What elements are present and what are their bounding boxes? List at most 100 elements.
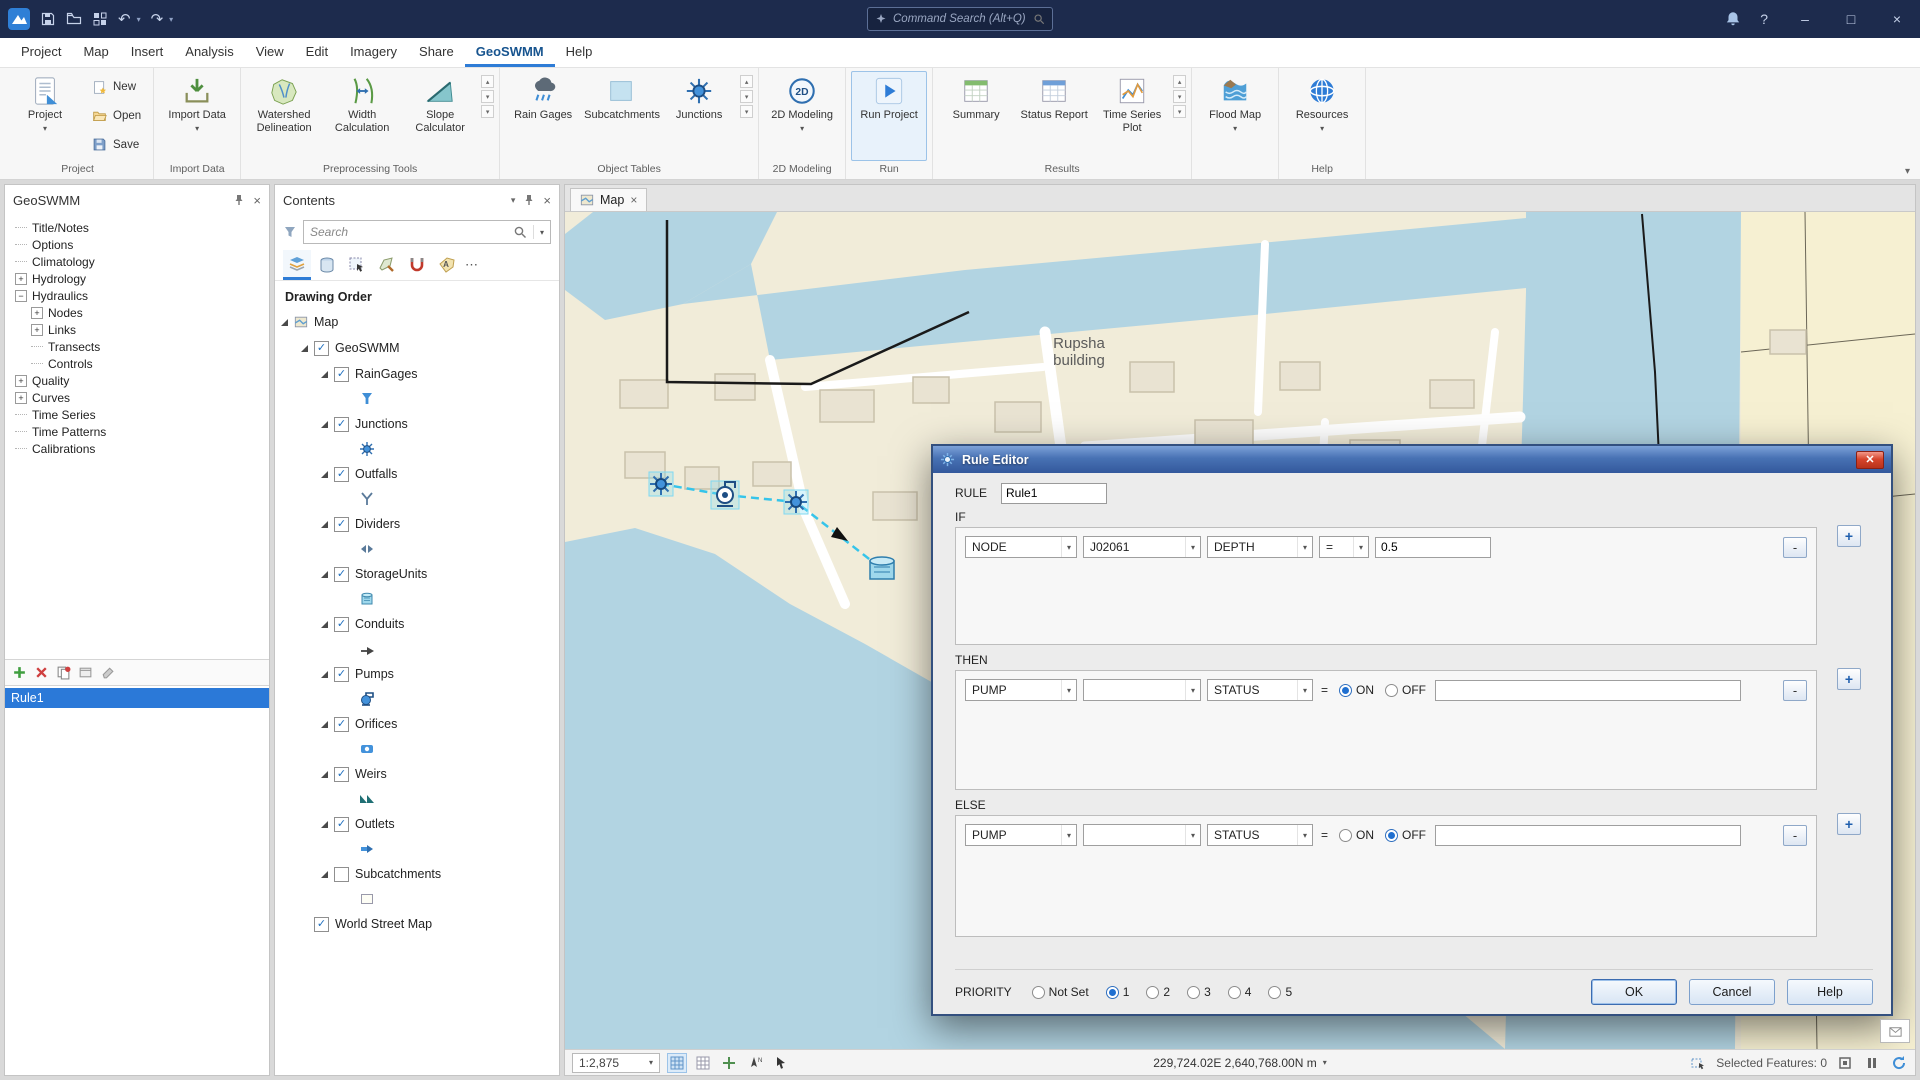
ribbon-button-width-calculation[interactable]: Width Calculation (324, 71, 400, 161)
layer-checkbox[interactable]: ✓ (334, 667, 349, 682)
then-attribute-select[interactable]: STATUS▾ (1207, 679, 1313, 701)
scroll-up-button[interactable]: ▴ (740, 75, 753, 88)
add-data-icon[interactable] (92, 11, 108, 27)
priority-1-radio[interactable]: 1 (1106, 985, 1130, 999)
collapse-icon[interactable] (321, 871, 328, 878)
layer-checkbox[interactable]: ✓ (334, 467, 349, 482)
close-button[interactable]: × (1874, 0, 1920, 38)
close-icon[interactable]: ✕ (1856, 451, 1884, 469)
gallery-expand-button[interactable]: ▾ (1173, 105, 1186, 118)
if-attribute-select[interactable]: DEPTH▾ (1207, 536, 1313, 558)
tree-item-options[interactable]: Options (5, 236, 269, 253)
panel-menu-icon[interactable]: ▾ (511, 195, 516, 206)
layer-symbol-weirs[interactable] (275, 787, 559, 811)
layer-item-outfalls[interactable]: ✓Outfalls (275, 461, 559, 487)
help-button[interactable]: Help (1787, 979, 1873, 1005)
add-rule-button[interactable] (12, 665, 27, 680)
list-by-editing-tab[interactable] (373, 250, 401, 280)
ribbon-button-resources[interactable]: Resources▾ (1284, 71, 1360, 161)
add-feature-icon[interactable] (720, 1054, 738, 1072)
delete-rule-button[interactable] (34, 665, 49, 680)
layer-checkbox[interactable]: ✓ (334, 617, 349, 632)
search-options-icon[interactable]: ▾ (540, 228, 544, 237)
layer-checkbox[interactable] (334, 867, 349, 882)
layer-checkbox[interactable]: ✓ (334, 417, 349, 432)
map-tab[interactable]: Map × (570, 188, 647, 211)
collapse-icon[interactable] (321, 771, 328, 778)
tree-item-hydrology[interactable]: +Hydrology (5, 270, 269, 287)
pin-icon[interactable] (233, 194, 245, 206)
rule-name-input[interactable] (1001, 483, 1107, 504)
else-remove-row-button[interactable]: - (1783, 825, 1807, 846)
priority-4-radio[interactable]: 4 (1228, 985, 1252, 999)
cancel-button[interactable]: Cancel (1689, 979, 1775, 1005)
layer-checkbox[interactable]: ✓ (334, 717, 349, 732)
expand-icon[interactable]: + (15, 392, 27, 404)
else-object-select[interactable]: PUMP▾ (965, 824, 1077, 846)
else-value-input[interactable] (1435, 825, 1741, 846)
ribbon-button-rain-gages[interactable]: Rain Gages (505, 71, 581, 161)
app-logo-icon[interactable] (8, 8, 30, 30)
undo-icon[interactable]: ↶ (118, 12, 131, 27)
tree-item-transects[interactable]: Transects (5, 338, 269, 355)
ribbon-button-slope-calculator[interactable]: Slope Calculator (402, 71, 478, 161)
ribbon-button-import-data[interactable]: Import Data▾ (159, 71, 235, 161)
search-input[interactable] (310, 225, 507, 239)
collapse-icon[interactable] (321, 671, 328, 678)
layer-checkbox[interactable]: ✓ (314, 917, 329, 932)
scale-select[interactable]: 1:2,875▾ (572, 1053, 660, 1073)
then-remove-row-button[interactable]: - (1783, 680, 1807, 701)
layer-symbol-subcatchments[interactable] (275, 887, 559, 911)
collapse-icon[interactable] (321, 371, 328, 378)
scroll-down-button[interactable]: ▾ (481, 90, 494, 103)
full-extent-icon[interactable] (1836, 1054, 1854, 1072)
menu-tab-help[interactable]: Help (555, 38, 604, 67)
list-by-selection-tab[interactable] (343, 250, 371, 280)
customize-toolbar-icon[interactable]: ▾ (169, 15, 173, 24)
close-icon[interactable]: × (543, 193, 551, 208)
ribbon-button-new[interactable]: New (85, 78, 148, 97)
then-status-on-radio[interactable]: ON (1339, 683, 1374, 697)
ribbon-button-project[interactable]: Project▾ (7, 71, 83, 161)
ribbon-button-flood-map[interactable]: Flood Map▾ (1197, 71, 1273, 161)
layer-item-storageunits[interactable]: ✓StorageUnits (275, 561, 559, 587)
save-icon[interactable] (40, 11, 56, 27)
priority-not-set-radio[interactable]: Not Set (1032, 985, 1089, 999)
if-value-input[interactable] (1375, 537, 1491, 558)
layer-item-pumps[interactable]: ✓Pumps (275, 661, 559, 687)
layer-item-dividers[interactable]: ✓Dividers (275, 511, 559, 537)
ribbon-button-run-project[interactable]: Run Project (851, 71, 927, 161)
collapse-ribbon-icon[interactable]: ▾ (1905, 166, 1910, 177)
north-arrow-icon[interactable]: N (746, 1054, 764, 1072)
pin-icon[interactable] (523, 194, 535, 206)
layer-checkbox[interactable]: ✓ (334, 767, 349, 782)
table-grid-icon[interactable] (694, 1054, 712, 1072)
tree-item-links[interactable]: +Links (5, 321, 269, 338)
pause-drawing-icon[interactable] (1863, 1054, 1881, 1072)
list-by-labeling-tab[interactable]: A (433, 250, 461, 280)
layer-symbol-dividers[interactable] (275, 537, 559, 561)
ribbon-button-summary[interactable]: Summary (938, 71, 1014, 161)
layer-item-conduits[interactable]: ✓Conduits (275, 611, 559, 637)
then-value-input[interactable] (1435, 680, 1741, 701)
layer-symbol-pumps[interactable] (275, 687, 559, 711)
scroll-up-button[interactable]: ▴ (481, 75, 494, 88)
tree-item-calibrations[interactable]: Calibrations (5, 440, 269, 457)
tree-item-curves[interactable]: +Curves (5, 389, 269, 406)
menu-tab-analysis[interactable]: Analysis (174, 38, 244, 67)
ribbon-button-watershed-delineation[interactable]: Watershed Delineation (246, 71, 322, 161)
layer-item-geoswmm[interactable]: ✓GeoSWMM (275, 335, 559, 361)
layer-item-subcatchments[interactable]: Subcatchments (275, 861, 559, 887)
menu-tab-view[interactable]: View (245, 38, 295, 67)
explore-cursor-icon[interactable] (772, 1054, 790, 1072)
then-status-off-radio[interactable]: OFF (1385, 683, 1426, 697)
notifications-bell-icon[interactable] (1724, 10, 1742, 28)
layer-item-orifices[interactable]: ✓Orifices (275, 711, 559, 737)
scroll-up-button[interactable]: ▴ (1173, 75, 1186, 88)
layer-symbol-storageunits[interactable] (275, 587, 559, 611)
layer-item-weirs[interactable]: ✓Weirs (275, 761, 559, 787)
undo-dropdown-icon[interactable]: ▾ (137, 15, 141, 24)
then-object-select[interactable]: PUMP▾ (965, 679, 1077, 701)
tree-item-hydraulics[interactable]: −Hydraulics (5, 287, 269, 304)
scroll-down-button[interactable]: ▾ (740, 90, 753, 103)
